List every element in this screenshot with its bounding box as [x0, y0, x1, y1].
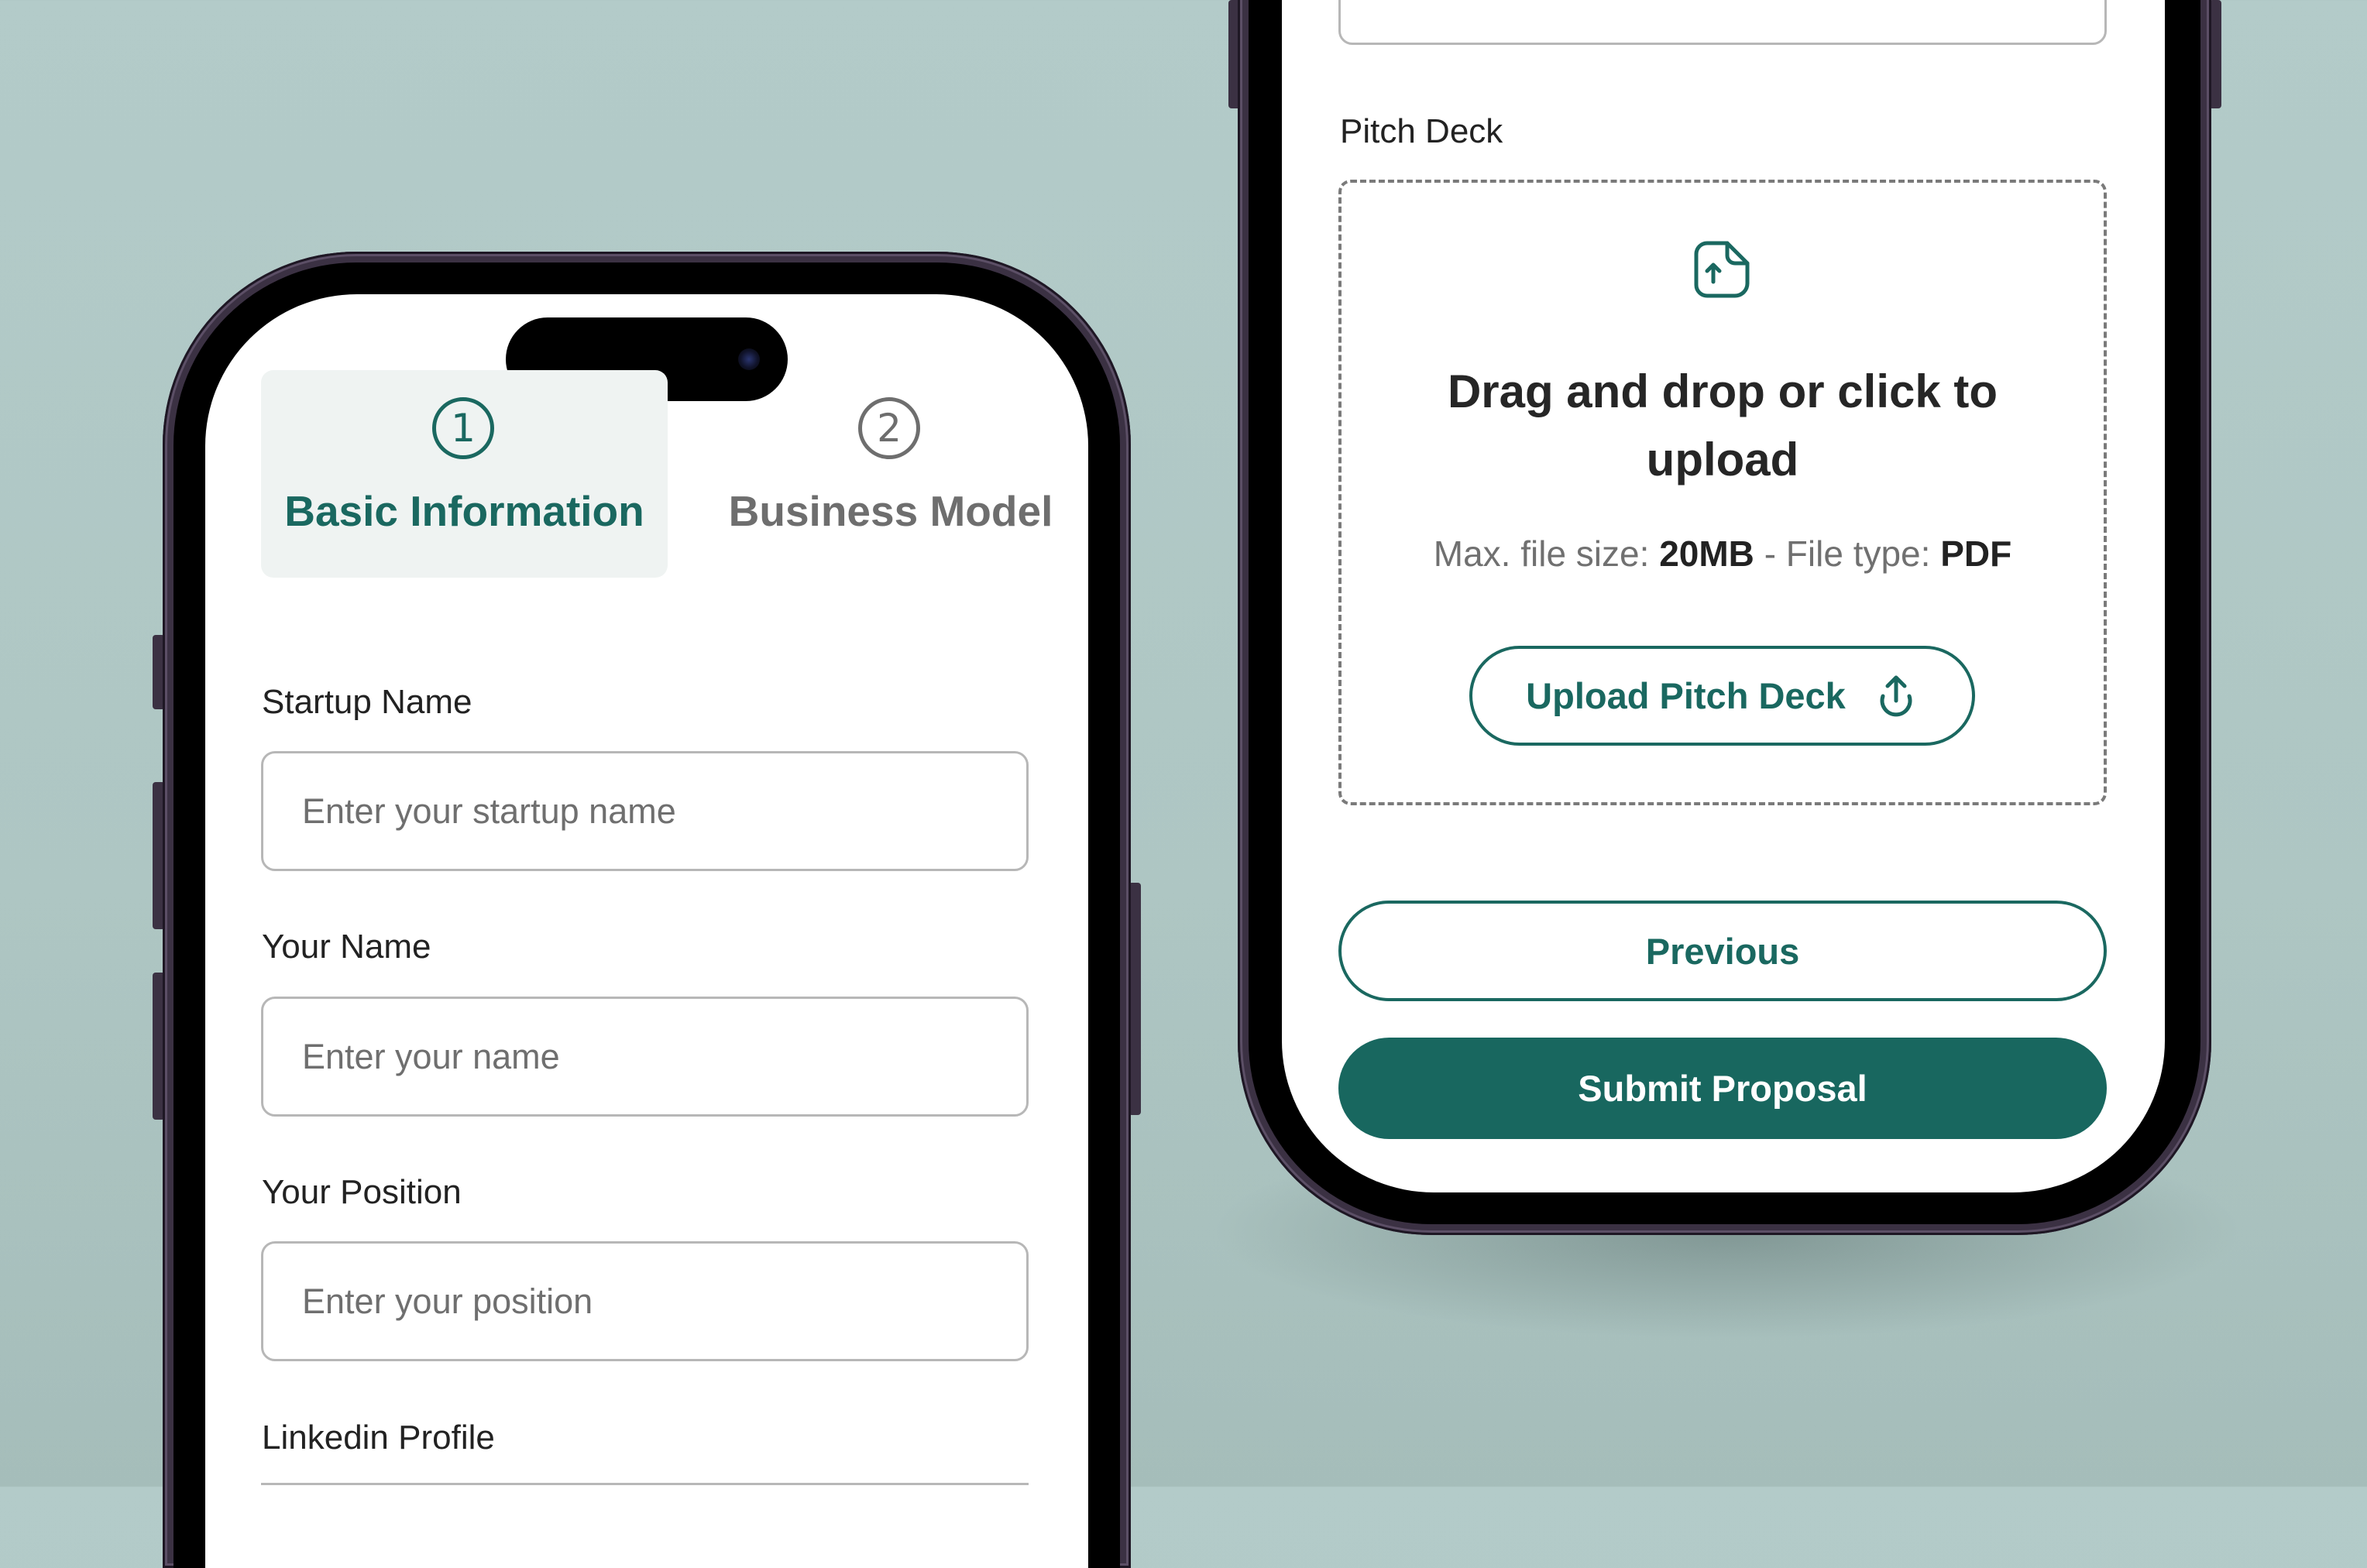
- upload-pitch-deck-button[interactable]: Upload Pitch Deck: [1469, 646, 1975, 746]
- startup-name-input[interactable]: [261, 751, 1029, 871]
- file-upload-icon: [1693, 240, 1750, 299]
- camera-icon: [738, 348, 760, 370]
- dropzone-heading-line1: Drag and drop or click to: [1447, 365, 1998, 417]
- previous-field-input[interactable]: [1338, 0, 2107, 45]
- tab-basic-information-label: Basic Information: [284, 487, 644, 535]
- linkedin-profile-input[interactable]: [261, 1483, 1029, 1493]
- step-2-indicator: 2: [858, 397, 920, 459]
- dropzone-heading-line2: upload: [1646, 434, 1799, 485]
- dropzone-heading: Drag and drop or click to upload: [1338, 358, 2107, 494]
- your-position-input[interactable]: [261, 1241, 1029, 1361]
- pitch-deck-label: Pitch Deck: [1340, 112, 1503, 150]
- startup-name-label: Startup Name: [262, 683, 472, 721]
- your-name-label: Your Name: [262, 928, 431, 966]
- submit-proposal-button[interactable]: Submit Proposal: [1338, 1038, 2107, 1139]
- file-type-value: PDF: [1940, 534, 2012, 574]
- max-size-value: 20MB: [1659, 534, 1754, 574]
- tab-business-model-label: Business Model: [728, 487, 1053, 535]
- max-size-label: Max. file size:: [1433, 534, 1650, 574]
- your-name-input[interactable]: [261, 997, 1029, 1117]
- file-constraints: Max. file size: 20MB - File type: PDF: [1338, 533, 2107, 575]
- constraints-separator: -: [1764, 534, 1777, 574]
- submit-proposal-label: Submit Proposal: [1578, 1068, 1867, 1109]
- linkedin-profile-label: Linkedin Profile: [262, 1419, 495, 1456]
- step-1-indicator: 1: [432, 397, 494, 459]
- your-position-label: Your Position: [262, 1173, 462, 1211]
- upload-pitch-deck-label: Upload Pitch Deck: [1526, 675, 1846, 716]
- file-type-label: File type:: [1785, 534, 1931, 574]
- previous-label: Previous: [1645, 930, 1800, 972]
- upload-arrow-icon: [1874, 673, 1919, 719]
- previous-button[interactable]: Previous: [1338, 901, 2107, 1001]
